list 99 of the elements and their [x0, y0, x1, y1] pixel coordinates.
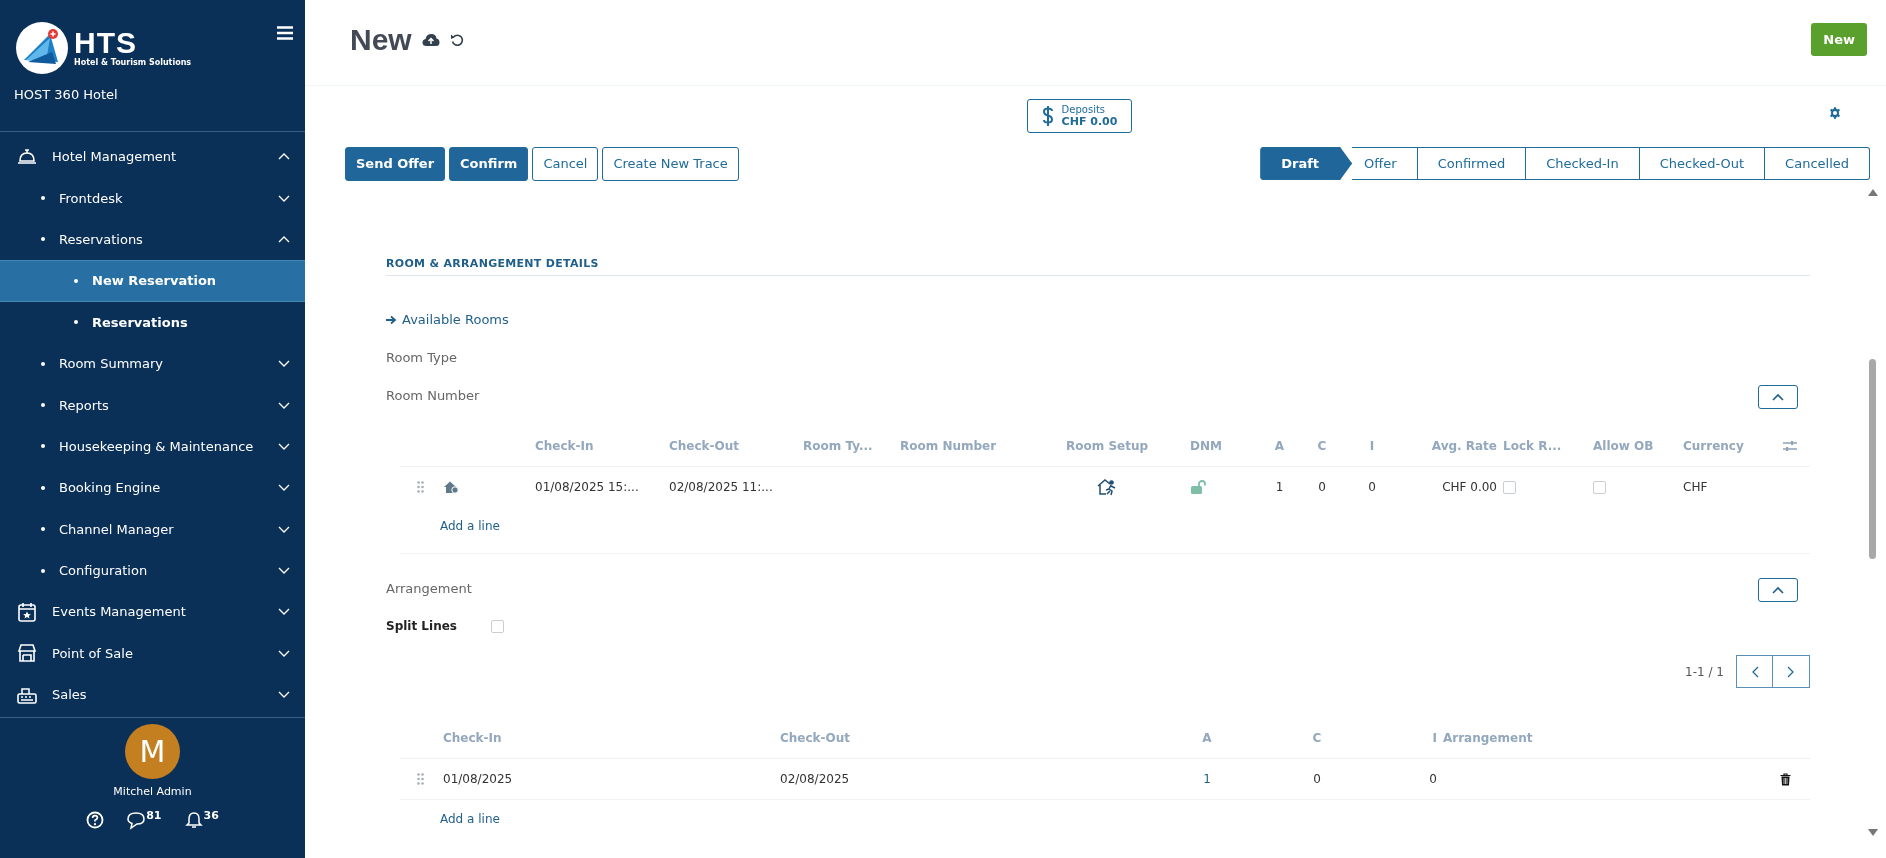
bullet-icon — [74, 320, 78, 325]
checkbox[interactable] — [1503, 480, 1516, 494]
bullet-icon — [41, 568, 45, 573]
deposits-amount: CHF 0.00 — [1061, 116, 1118, 128]
table-cell: 0 — [1318, 480, 1326, 494]
collapse-button[interactable] — [1758, 385, 1798, 409]
table-cell: 0 — [1313, 772, 1321, 786]
sidebar-item[interactable]: Reports — [0, 384, 305, 426]
field-label: Split Lines — [386, 619, 458, 633]
message-count: 81 — [146, 810, 162, 821]
action-button[interactable]: Confirm — [449, 146, 529, 181]
add-line-link[interactable]: Add a line — [440, 812, 500, 826]
sidebar-item[interactable]: Housekeeping & Maintenance — [0, 425, 305, 468]
bullet-icon — [41, 196, 45, 201]
deposits-label: Deposits — [1061, 104, 1106, 116]
sidebar-item[interactable]: Configuration — [0, 549, 305, 592]
sidebar-item[interactable]: Hotel Management — [0, 136, 305, 178]
scroll-up-icon — [1867, 189, 1878, 196]
menu-section-icon — [16, 642, 38, 665]
checkbox[interactable] — [1593, 480, 1606, 494]
bullet-icon — [41, 527, 45, 532]
field-label: Arrangement — [386, 581, 472, 596]
bullet-icon — [41, 237, 45, 242]
action-button[interactable]: Send Offer — [345, 146, 446, 181]
bullet-icon — [41, 361, 45, 366]
add-line-link[interactable]: Add a line — [440, 519, 500, 533]
status-step[interactable]: Offer — [1352, 147, 1418, 180]
chevron-up-icon — [1772, 393, 1784, 401]
bullet-icon — [74, 278, 78, 283]
notification-count: 36 — [203, 810, 219, 821]
room-setup-icon — [1097, 478, 1117, 496]
next-page-button[interactable] — [1773, 655, 1810, 688]
chat-icon[interactable] — [126, 810, 147, 830]
sidebar-item[interactable]: Sales — [0, 674, 305, 716]
chevron-left-icon — [1750, 665, 1759, 678]
help-icon[interactable] — [86, 811, 105, 829]
drag-handle-icon — [416, 773, 424, 785]
undo-icon[interactable] — [449, 33, 464, 47]
table-cell: 0 — [1368, 480, 1376, 494]
field-label: Room Number — [386, 388, 480, 403]
table-cell: 02/08/2025 11:... — [669, 480, 773, 494]
house-icon — [443, 480, 459, 494]
action-button[interactable]: Cancel — [532, 146, 599, 181]
table-cell: CHF — [1683, 480, 1708, 494]
deposits-button[interactable]: Deposits CHF 0.00 — [1026, 99, 1133, 133]
new-button[interactable]: New — [1811, 23, 1867, 56]
scroll-down-icon — [1867, 829, 1878, 836]
menu-icon[interactable] — [277, 26, 293, 40]
logo-name: HTS — [74, 28, 137, 58]
sidebar-item[interactable]: Booking Engine — [0, 467, 305, 509]
cloud-upload-icon[interactable] — [421, 33, 440, 47]
table-cell: CHF 0.00 — [1442, 480, 1497, 494]
status-step[interactable]: Cancelled — [1765, 147, 1870, 180]
table-cell: 1 — [1275, 480, 1284, 494]
table-cell: 01/08/2025 15:... — [535, 480, 639, 494]
sidebar-item[interactable]: Frontdesk — [0, 177, 305, 219]
column-settings-icon[interactable] — [1783, 440, 1797, 452]
menu-section-icon — [16, 601, 38, 623]
field-label: Room Type — [386, 350, 457, 365]
scrollbar-thumb[interactable] — [1869, 359, 1876, 559]
table-cell: 01/08/2025 — [443, 772, 513, 786]
action-button[interactable]: Create New Trace — [602, 146, 739, 181]
sidebar-item[interactable]: Reservations — [0, 301, 305, 343]
bell-icon[interactable] — [183, 810, 204, 830]
pager-value: 1-1 / 1 — [1685, 664, 1724, 679]
checkbox[interactable] — [491, 619, 504, 633]
trash-icon[interactable] — [1779, 772, 1791, 786]
page-title: New — [350, 23, 412, 57]
drag-handle-icon — [416, 481, 424, 493]
settings-icon[interactable] — [1828, 106, 1842, 120]
chevron-up-icon — [1772, 586, 1784, 594]
user-name: Mitchel Admin — [113, 785, 192, 798]
status-step[interactable]: Confirmed — [1417, 147, 1527, 180]
table-cell: 02/08/2025 — [780, 772, 850, 786]
logo-icon — [16, 22, 68, 74]
bullet-icon — [41, 485, 45, 490]
table-cell: 0 — [1429, 772, 1437, 786]
sidebar-item[interactable]: Reservations — [0, 218, 305, 261]
status-step[interactable]: Checked-Out — [1639, 147, 1766, 180]
logo-tagline: Hotel & Tourism Solutions — [74, 58, 192, 68]
arrow-right-icon — [386, 314, 397, 325]
section-title: ROOM & ARRANGEMENT DETAILS — [386, 257, 1810, 276]
sidebar-item[interactable]: Point of Sale — [0, 632, 305, 675]
chevron-right-icon — [1787, 665, 1795, 678]
hotel-name: HOST 360 Hotel — [0, 74, 305, 132]
sidebar-item[interactable]: Room Summary — [0, 342, 305, 385]
table-link[interactable]: 1 — [1203, 772, 1211, 786]
bullet-icon — [41, 444, 45, 449]
status-step[interactable]: Draft — [1260, 147, 1353, 180]
previous-page-button[interactable] — [1736, 655, 1773, 688]
available-rooms-link[interactable]: Available Rooms — [386, 312, 509, 327]
dollar-icon — [1041, 105, 1054, 127]
sidebar-item[interactable]: Events Management — [0, 591, 305, 633]
status-step[interactable]: Checked-In — [1526, 147, 1640, 180]
collapse-button[interactable] — [1758, 578, 1798, 602]
sidebar-item[interactable]: Channel Manager — [0, 508, 305, 550]
sidebar-item[interactable]: New Reservation — [0, 260, 305, 302]
user-avatar[interactable]: M — [125, 724, 180, 779]
bullet-icon — [41, 403, 45, 408]
